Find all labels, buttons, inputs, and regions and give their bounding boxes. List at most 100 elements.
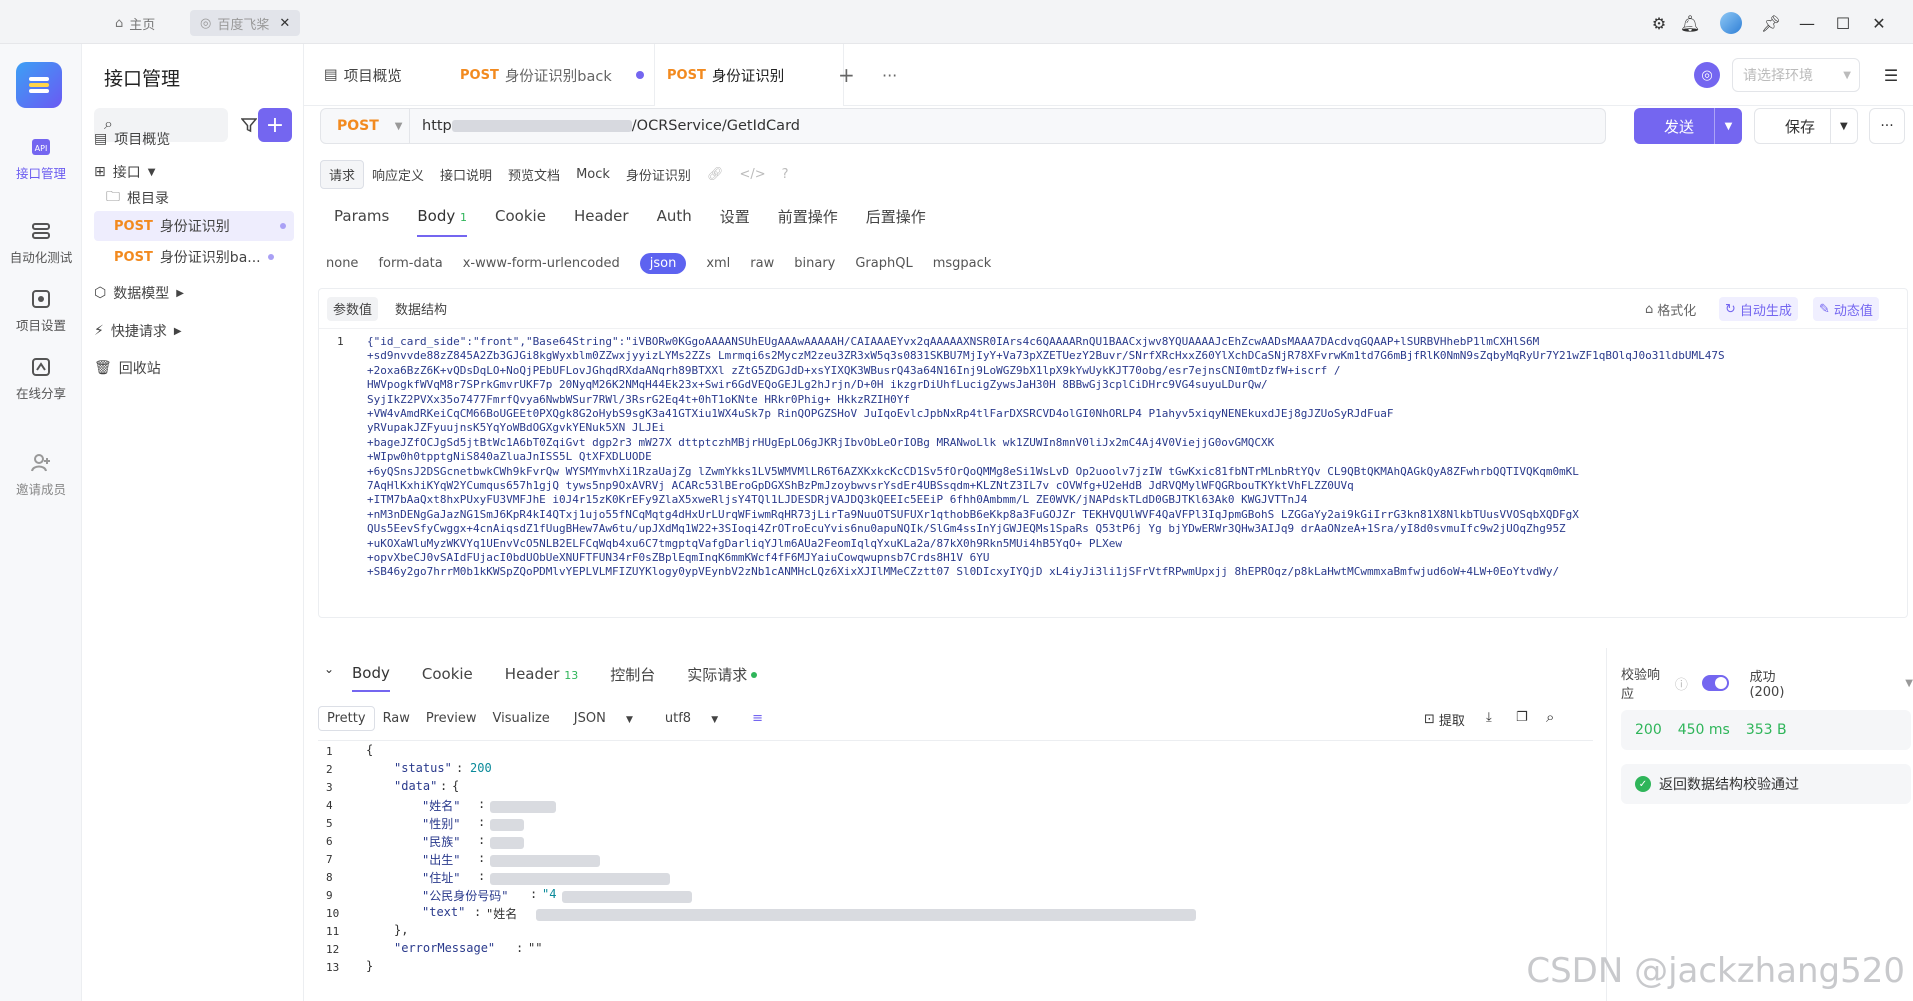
json-key: "errorMessage" (394, 941, 496, 955)
tree-project-overview[interactable]: ▤ 项目概览 (94, 124, 170, 154)
send-dropdown-icon[interactable]: ▼ (1714, 108, 1742, 144)
tab-settings[interactable]: 设置 (720, 206, 750, 227)
fmt-visualize[interactable]: Visualize (485, 707, 558, 730)
bodytype-urlencoded[interactable]: x-www-form-urlencoded (463, 256, 620, 271)
collapse-icon[interactable]: ⌄ (324, 662, 334, 676)
code-content[interactable]: 1 {"id_card_side":"front","Base64String"… (319, 333, 1907, 615)
request-name[interactable]: 身份证识别 (618, 161, 699, 188)
unsaved-dot (635, 71, 644, 79)
resp-tab-body[interactable]: Body (352, 664, 390, 692)
bodytype-json[interactable]: json (639, 252, 687, 274)
fmt-pretty[interactable]: Pretty (318, 705, 375, 731)
subtab-mock[interactable]: Mock (568, 163, 618, 186)
verify-result[interactable]: 成功 (200) (1749, 666, 1809, 700)
fmt-json-select[interactable]: JSON ▼ (558, 707, 649, 730)
json-error-value: "" (528, 941, 543, 955)
add-button[interactable]: + (258, 108, 292, 142)
bodytype-binary[interactable]: binary (794, 256, 835, 271)
env-icon[interactable]: ◎ (1694, 62, 1720, 88)
bodytype-raw[interactable]: raw (750, 256, 774, 271)
save-dropdown-icon[interactable]: ▼ (1829, 109, 1857, 143)
resp-tab-header[interactable]: Header 13 (505, 665, 578, 683)
chevron-down-icon[interactable]: ▼ (1905, 678, 1913, 689)
tree-item-idcard-back[interactable]: POST 身份证识别ba... (114, 242, 274, 272)
tree-root-folder[interactable]: 🗀︎ 根目录 (106, 183, 169, 213)
subtab-api-doc[interactable]: 接口说明 (432, 161, 500, 188)
more-tabs-icon[interactable]: ··· (882, 44, 897, 106)
tab-auth[interactable]: Auth (657, 207, 692, 225)
tab-params[interactable]: Params (334, 207, 389, 225)
env-select[interactable]: 请选择环境 ▼ (1732, 58, 1860, 92)
close-icon[interactable]: ✕ (279, 16, 290, 31)
tab-cookie[interactable]: Cookie (495, 207, 546, 225)
tab-post-ops[interactable]: 后置操作 (866, 206, 926, 227)
dynamic-value-button[interactable]: ✎ 动态值 (1813, 297, 1879, 321)
bodytype-graphql[interactable]: GraphQL (855, 256, 912, 271)
resp-tab-actual-request[interactable]: 实际请求 (687, 664, 758, 685)
tree-trash[interactable]: 🗑︎ 回收站 (94, 353, 161, 383)
tree-item-idcard[interactable]: POST 身份证识别 (94, 211, 294, 241)
request-tabs: Params Body 1 Cookie Header Auth 设置 前置操作… (320, 194, 926, 238)
auto-generate-button[interactable]: ↻ 自动生成 (1719, 297, 1798, 321)
info-icon: ⓘ (1674, 677, 1688, 693)
resp-tab-cookie[interactable]: Cookie (422, 665, 473, 683)
bell-icon[interactable]: 🔔︎ (1679, 12, 1701, 34)
rail-api-management[interactable]: API 接口管理 (0, 136, 82, 182)
link-icon[interactable]: 🔗︎ (699, 163, 732, 186)
download-icon[interactable]: ⤓ (1486, 710, 1492, 725)
bodytype-msgpack[interactable]: msgpack (933, 256, 992, 271)
wrap-icon[interactable]: ≡ (744, 707, 771, 730)
tree-data-model[interactable]: ⬡ 数据模型 ▶ (94, 278, 184, 308)
subtab-preview-doc[interactable]: 预览文档 (500, 161, 568, 188)
home-tab[interactable]: ⌂ 主页 (105, 10, 165, 36)
gear-icon[interactable]: ⚙ (1648, 12, 1670, 34)
fmt-preview[interactable]: Preview (418, 707, 485, 730)
tab-pre-ops[interactable]: 前置操作 (778, 206, 838, 227)
help-icon[interactable]: ? (774, 163, 797, 186)
rail-automation[interactable]: 自动化测试 (0, 220, 82, 266)
fmt-encoding-select[interactable]: utf8 ▼ (649, 707, 734, 730)
rail-online-share[interactable]: 在线分享 (0, 356, 82, 402)
subtab-response-def[interactable]: 响应定义 (364, 161, 432, 188)
tab-header[interactable]: Header (574, 207, 629, 225)
subtab-request[interactable]: 请求 (320, 159, 365, 189)
method-select[interactable]: POST ▼ (320, 108, 410, 144)
bodytype-none[interactable]: none (326, 256, 358, 271)
caret-down-icon: ▼ (147, 166, 156, 178)
tab-project-overview[interactable]: ▤ 项目概览 (324, 44, 402, 106)
tab-body[interactable]: Body 1 (417, 207, 468, 237)
save-button[interactable]: 保存 ▼ (1754, 108, 1858, 144)
resp-tab-console[interactable]: 控制台 (610, 664, 655, 685)
chip-param-values[interactable]: 参数值 (327, 297, 379, 321)
format-button[interactable]: ⌂ 格式化 (1639, 297, 1702, 321)
window-close-icon[interactable]: ✕ (1868, 12, 1890, 34)
url-input[interactable]: http /OCRService/GetIdCard (410, 108, 1606, 144)
bodytype-form-data[interactable]: form-data (378, 256, 442, 271)
code-icon[interactable]: </> (731, 163, 773, 186)
new-tab-button[interactable]: + (838, 44, 855, 106)
response-body[interactable]: 1 2 3 4 5 6 7 8 9 10 11 12 13 { "status"… (318, 740, 1593, 980)
minimize-icon[interactable]: — (1796, 12, 1818, 34)
chip-data-structure[interactable]: 数据结构 (389, 297, 453, 321)
tree-quick-request[interactable]: ⚡︎ 快捷请求 ▶ (94, 316, 182, 346)
fmt-raw[interactable]: Raw (375, 707, 418, 730)
tab-idcard[interactable]: POST 身份证识别 (654, 44, 844, 106)
bodytype-xml[interactable]: xml (706, 256, 730, 271)
copy-icon[interactable]: ❐ (1516, 710, 1528, 725)
json-key: "民族" (422, 835, 461, 849)
tab-idcard-back[interactable]: POST 身份证识别back (460, 44, 644, 106)
search-icon[interactable]: ⌕ (1546, 708, 1554, 726)
project-tab[interactable]: ◎ 百度飞桨 ✕ (190, 10, 301, 36)
pin-icon[interactable]: 📌︎ (1760, 12, 1782, 34)
send-button[interactable]: 发送 ▼ (1634, 108, 1742, 144)
rail-project-settings[interactable]: 项目设置 (0, 288, 82, 334)
menu-icon[interactable]: ☰ (1878, 62, 1904, 88)
more-icon[interactable]: ··· (1869, 108, 1905, 144)
verify-toggle[interactable] (1701, 675, 1730, 691)
status-dot (267, 254, 274, 260)
request-body-editor[interactable]: 参数值 数据结构 ⌂ 格式化 ↻ 自动生成 ✎ 动态值 1 {"id_card_sid… (318, 288, 1908, 618)
extract-button[interactable]: ⊡ 提取 (1424, 710, 1465, 729)
rail-invite-members[interactable]: 邀请成员 (0, 452, 82, 498)
maximize-icon[interactable]: ☐ (1832, 12, 1854, 34)
avatar[interactable] (1720, 12, 1742, 34)
